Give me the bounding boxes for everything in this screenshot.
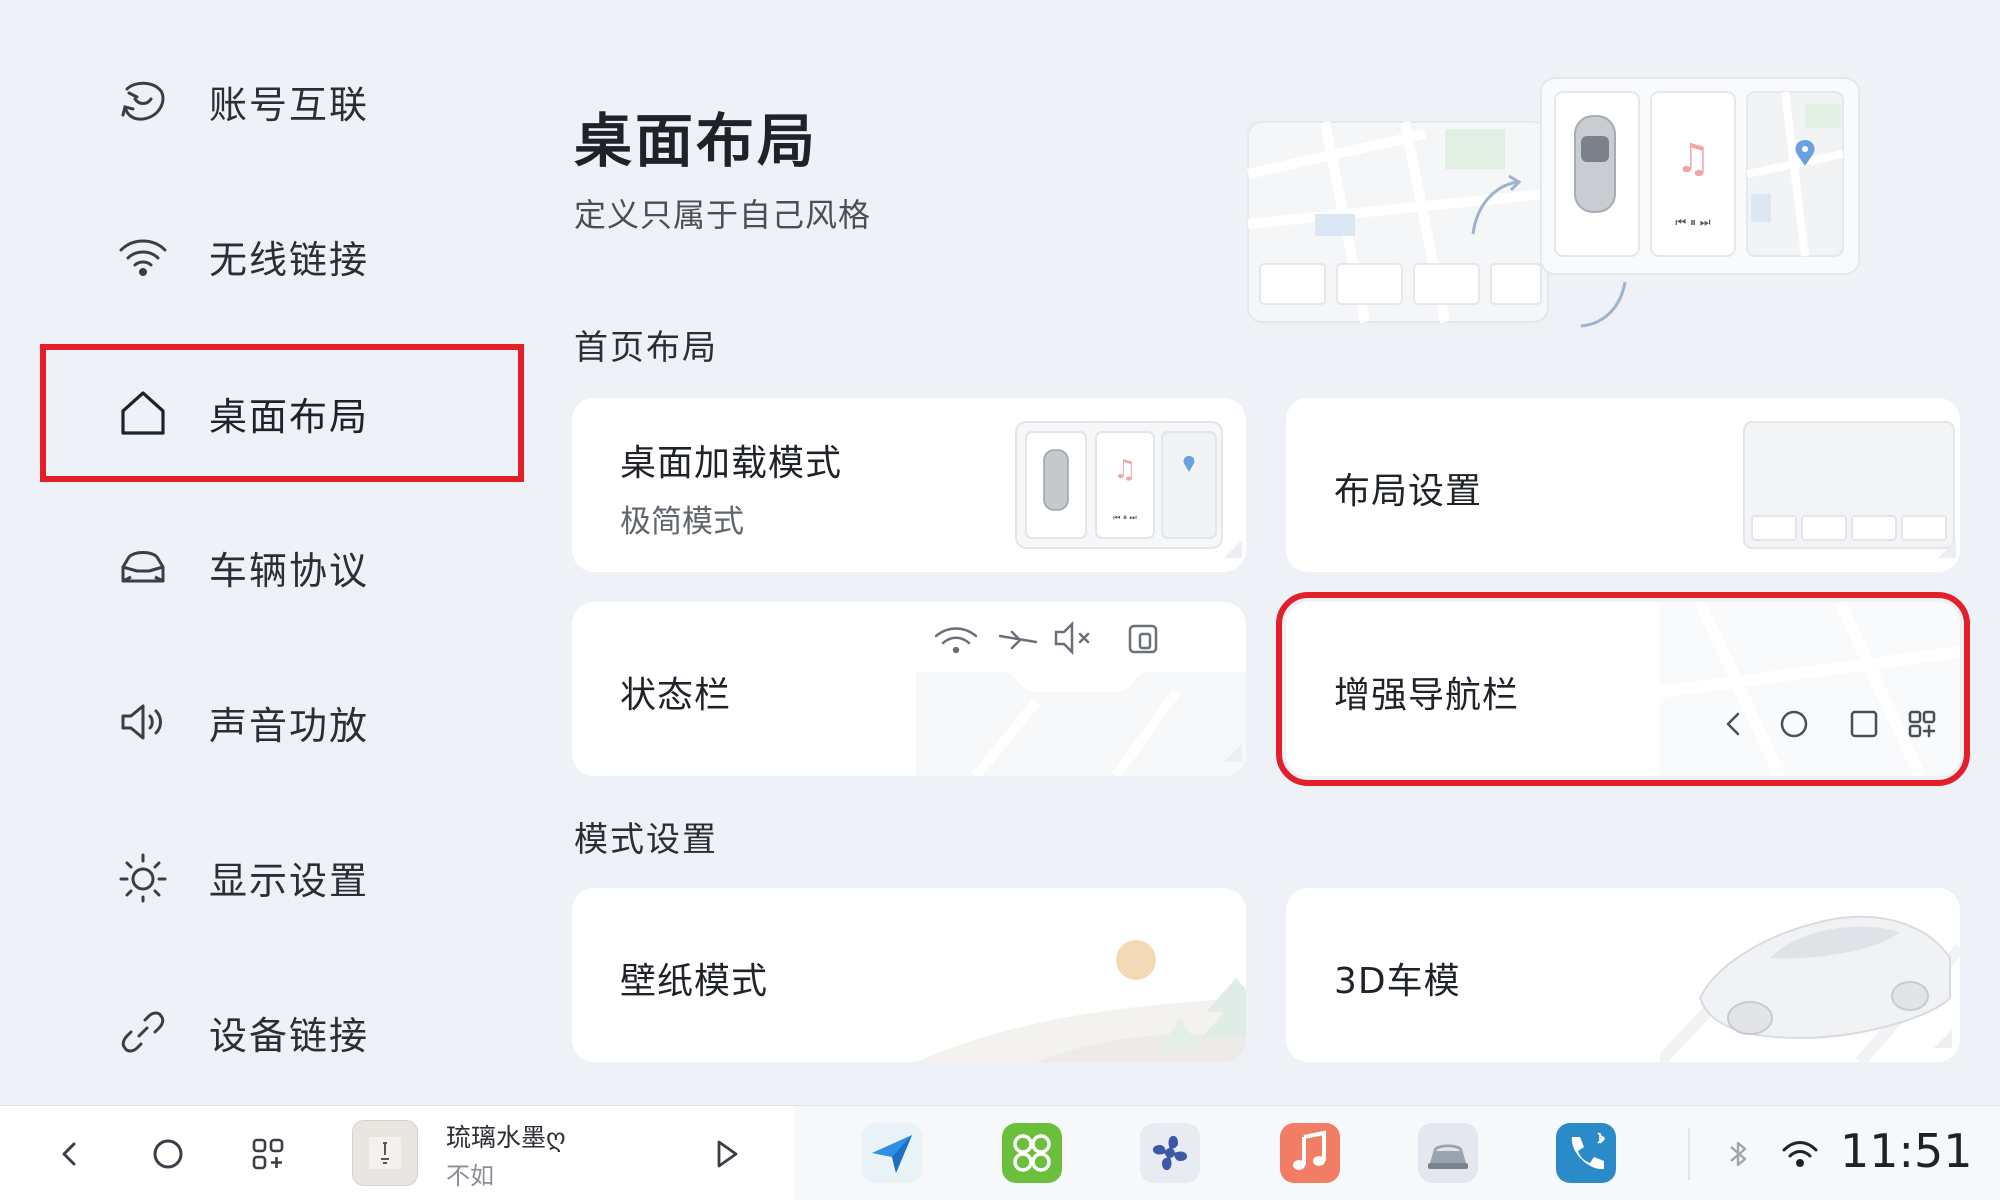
music-app-icon (1293, 1130, 1326, 1170)
sidebar-item-sound[interactable]: 声音功放 (60, 667, 500, 777)
album-cover-icon (369, 1137, 401, 1169)
navigation-app[interactable] (862, 1123, 922, 1183)
wifi-status[interactable] (1774, 1128, 1826, 1180)
page-title: 桌面布局 (574, 107, 819, 175)
album-art[interactable] (352, 1120, 418, 1186)
widgets-app[interactable] (1002, 1123, 1062, 1183)
brightness-icon (115, 849, 171, 905)
sidebar-item-wireless[interactable]: 无线链接 (60, 201, 500, 311)
enhanced-nav-card[interactable]: 增强导航栏 (1276, 592, 1970, 786)
load-mode-card[interactable]: 桌面加载模式 极简模式 ♫ ⏮ ⏸ ⏭ (572, 398, 1246, 572)
sidebar-item-label: 无线链接 (209, 237, 370, 282)
card-title: 增强导航栏 (1334, 675, 1520, 716)
sidebar-item-device-link[interactable]: 设备链接 (60, 977, 500, 1087)
car-3d-card[interactable]: 3D车模 (1286, 888, 1960, 1062)
home-icon (115, 385, 171, 441)
fan-app-icon (1152, 1135, 1188, 1171)
dock-divider (1688, 1128, 1690, 1180)
svg-text:♫: ♫ (1113, 455, 1136, 485)
home-circle-icon (153, 1139, 183, 1169)
phone-app[interactable] (1556, 1123, 1616, 1183)
back-icon (62, 1142, 76, 1166)
home-button[interactable] (142, 1128, 194, 1180)
section-mode-settings: 模式设置 (574, 820, 718, 860)
car-app-icon (1428, 1144, 1468, 1169)
car-3d-illustration (1660, 915, 1960, 1062)
layout-settings-card[interactable]: 布局设置 (1286, 398, 1960, 572)
layout-illustration: ♫ ⏮ ⏸ ⏭ (1246, 77, 1860, 328)
card-title: 壁纸模式 (620, 961, 769, 1002)
sidebar-item-label: 桌面布局 (209, 394, 370, 439)
dock-left-panel: 琉璃水墨ღ 不如 (0, 1106, 795, 1200)
sidebar-item-desktop-layout[interactable]: 桌面布局 (40, 344, 524, 482)
sidebar: 账号互联 无线链接 桌面布局 车辆协议 声音功放 显示设置 设备链接 (0, 0, 540, 1105)
wifi-status-icon (1782, 1141, 1818, 1167)
car-icon (115, 539, 171, 595)
sidebar-item-display[interactable]: 显示设置 (60, 822, 500, 932)
card-title: 布局设置 (1334, 471, 1483, 512)
music-app[interactable] (1280, 1123, 1340, 1183)
page-subtitle: 定义只属于自己风格 (574, 196, 872, 234)
card-title: 状态栏 (620, 675, 732, 716)
apps-button[interactable] (242, 1128, 294, 1180)
bottom-dock: 琉璃水墨ღ 不如 11:51 (0, 1105, 2000, 1200)
back-button[interactable] (44, 1128, 96, 1180)
enhanced-nav-illustration (1660, 602, 1960, 776)
sidebar-item-label: 车辆协议 (209, 548, 370, 593)
phone-app-icon (1571, 1132, 1606, 1170)
wifi-icon (115, 228, 171, 284)
svg-text:⏮ ⏸ ⏭: ⏮ ⏸ ⏭ (1113, 513, 1137, 522)
sidebar-item-vehicle-protocol[interactable]: 车辆协议 (60, 512, 500, 622)
bluetooth-status[interactable] (1712, 1128, 1764, 1180)
speaker-icon (115, 694, 171, 750)
svg-text:♫: ♫ (1675, 136, 1711, 182)
car-app[interactable] (1418, 1123, 1478, 1183)
status-bar-card[interactable]: 状态栏 (572, 602, 1246, 776)
load-mode-value: 极简模式 (620, 504, 744, 540)
media-artist: 不如 (446, 1162, 494, 1190)
wallpaper-mode-card[interactable]: 壁纸模式 (572, 888, 1246, 1062)
media-title: 琉璃水墨ღ (446, 1123, 566, 1152)
fan-app[interactable] (1140, 1123, 1200, 1183)
sidebar-item-label: 显示设置 (209, 858, 370, 903)
card-title: 桌面加载模式 (620, 443, 843, 484)
section-home-layout: 首页布局 (574, 328, 718, 368)
status-bar-illustration (916, 620, 1246, 776)
clock: 11:51 (1840, 1124, 1973, 1178)
widgets-app-icon (1013, 1134, 1051, 1172)
navigation-app-icon (872, 1135, 912, 1173)
app-grid-icon (252, 1138, 284, 1170)
sidebar-item-label: 设备链接 (209, 1013, 370, 1058)
wallpaper-illustration (916, 940, 1246, 1062)
svg-text:⏮ ⏸ ⏭: ⏮ ⏸ ⏭ (1675, 215, 1710, 229)
sidebar-item-label: 声音功放 (209, 703, 370, 748)
sidebar-item-account[interactable]: 账号互联 (60, 46, 500, 156)
chain-link-icon (115, 1004, 171, 1060)
sidebar-item-label: 账号互联 (209, 82, 370, 127)
layout-settings-illustration (1743, 421, 1956, 558)
card-title: 3D车模 (1334, 961, 1461, 1002)
play-icon (717, 1140, 738, 1168)
account-link-icon (115, 73, 171, 129)
play-button[interactable] (700, 1128, 752, 1180)
load-mode-illustration: ♫ ⏮ ⏸ ⏭ (1015, 421, 1242, 558)
bluetooth-icon (1730, 1141, 1747, 1167)
